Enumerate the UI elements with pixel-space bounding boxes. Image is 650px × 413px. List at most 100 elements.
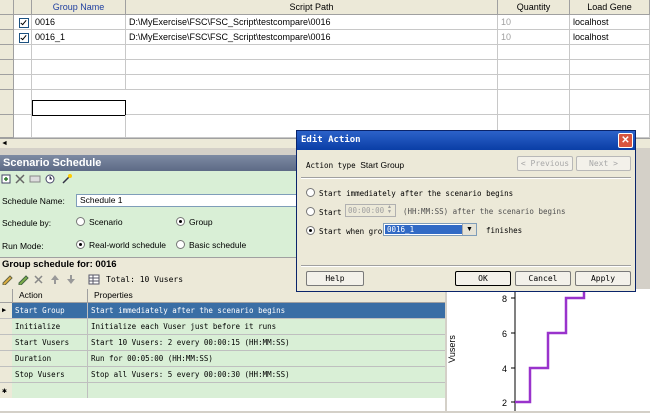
empty-cell[interactable] [570, 90, 650, 115]
action-name[interactable]: Duration [12, 351, 88, 366]
empty-cell[interactable] [570, 75, 650, 90]
empty-cell[interactable] [32, 45, 126, 60]
row-header[interactable] [0, 115, 14, 138]
active-cell[interactable] [32, 100, 126, 116]
empty-cell[interactable] [570, 45, 650, 60]
edit-action-icon[interactable] [1, 274, 13, 285]
action-properties[interactable]: Initialize each Vuser just before it run… [88, 319, 445, 334]
action-row[interactable]: Initialize Initialize each Vuser just be… [0, 319, 445, 335]
wizard-icon[interactable] [61, 173, 73, 185]
row-header[interactable] [0, 90, 14, 115]
option-start-after-delay[interactable]: Start [306, 207, 342, 217]
cell-group-name[interactable]: 0016 [32, 15, 126, 30]
action-properties[interactable]: Start 10 Vusers: 2 every 00:00:15 (HH:MM… [88, 335, 445, 350]
ok-button[interactable]: OK [455, 271, 511, 286]
empty-cell[interactable] [498, 60, 570, 75]
radio-real-world[interactable] [76, 240, 85, 249]
empty-cell[interactable] [32, 115, 126, 138]
action-row[interactable]: Duration Run for 00:05:00 (HH:MM:SS) [0, 351, 445, 367]
delay-time-spinner-icon[interactable]: ▲ ▼ [387, 205, 395, 216]
checkbox-checked-icon[interactable] [19, 18, 29, 28]
action-row[interactable]: Stop Vusers Stop all Vusers: 5 every 00:… [0, 367, 445, 383]
radio-scenario[interactable] [76, 217, 85, 226]
cell-quantity[interactable]: 10 [498, 30, 570, 45]
group-select-value[interactable]: 0016_1 [385, 225, 462, 234]
help-button[interactable]: Help [306, 271, 364, 286]
row-header[interactable] [0, 75, 14, 90]
schedule-by-group-option[interactable]: Group [176, 217, 213, 227]
empty-cell[interactable] [498, 45, 570, 60]
cell-script-path[interactable]: D:\MyExercise\FSC\FSC_Script\testcompare… [126, 15, 498, 30]
action-name[interactable]: Start Vusers [12, 335, 88, 350]
action-row[interactable]: ▶ Start Group Start immediately after th… [0, 303, 445, 319]
action-name[interactable]: Stop Vusers [12, 367, 88, 382]
radio-start-when-group[interactable] [306, 226, 315, 235]
dialog-title-bar[interactable]: Edit Action [297, 131, 635, 150]
row-header[interactable] [0, 60, 14, 75]
new-schedule-icon[interactable] [1, 174, 11, 184]
action-name[interactable]: Start Group [12, 303, 88, 318]
cell-load-generator[interactable]: localhost [570, 30, 650, 45]
delete-icon[interactable] [15, 174, 25, 184]
row-header[interactable] [0, 15, 14, 30]
checkbox-checked-icon[interactable] [19, 33, 29, 43]
empty-cell[interactable] [14, 45, 32, 60]
cancel-button[interactable]: Cancel [515, 271, 571, 286]
action-properties[interactable]: Run for 00:05:00 (HH:MM:SS) [88, 351, 445, 366]
radio-group[interactable] [176, 217, 185, 226]
next-button[interactable]: Next > [576, 156, 631, 171]
rename-icon[interactable] [29, 174, 41, 184]
apply-button[interactable]: Apply [575, 271, 631, 286]
table-view-icon[interactable] [88, 274, 100, 285]
cell-script-path[interactable]: D:\MyExercise\FSC\FSC_Script\testcompare… [126, 30, 498, 45]
new-action-row[interactable]: ✱ [0, 383, 445, 399]
option-start-when-group-finishes[interactable]: Start when gro [306, 226, 382, 236]
previous-button[interactable]: < Previous [517, 156, 573, 171]
dropdown-arrow-icon[interactable]: ▼ [462, 224, 476, 235]
empty-cell[interactable] [32, 75, 126, 90]
option-start-immediately[interactable]: Start immediately after the scenario beg… [306, 188, 513, 198]
cell-group-name[interactable]: 0016_1 [32, 30, 126, 45]
action-properties[interactable]: Stop all Vusers: 5 every 00:00:30 (HH:MM… [88, 367, 445, 382]
empty-cell[interactable] [14, 75, 32, 90]
move-down-icon[interactable] [66, 274, 76, 285]
empty-cell[interactable] [14, 60, 32, 75]
empty-cell[interactable] [14, 90, 32, 115]
row-checkbox[interactable] [14, 30, 32, 45]
empty-cell[interactable] [498, 90, 570, 115]
row-header[interactable] [0, 30, 14, 45]
scroll-left-icon[interactable]: ◄ [1, 139, 8, 148]
action-properties[interactable]: Start immediately after the scenario beg… [88, 303, 445, 318]
action-name[interactable]: Initialize [12, 319, 88, 334]
action-row[interactable]: Start Vusers Start 10 Vusers: 2 every 00… [0, 335, 445, 351]
cell-quantity[interactable]: 10 [498, 15, 570, 30]
radio-start-after-delay[interactable] [306, 207, 315, 216]
empty-cell[interactable] [32, 60, 126, 75]
header-group-name[interactable]: Group Name [32, 0, 126, 15]
empty-cell[interactable] [126, 90, 498, 115]
empty-cell[interactable] [14, 115, 32, 138]
group-select[interactable]: 0016_1 ▼ [383, 223, 477, 236]
empty-cell[interactable] [126, 45, 498, 60]
move-up-icon[interactable] [50, 274, 60, 285]
close-icon[interactable]: ✕ [618, 133, 633, 148]
delete-action-icon[interactable] [33, 274, 44, 285]
add-action-icon[interactable] [17, 274, 29, 285]
empty-cell[interactable] [88, 383, 445, 398]
header-quantity[interactable]: Quantity [498, 0, 570, 15]
header-action[interactable]: Action [12, 289, 88, 302]
header-load-generator[interactable]: Load Gene [570, 0, 650, 15]
empty-cell[interactable] [498, 75, 570, 90]
run-mode-basic-option[interactable]: Basic schedule [176, 240, 246, 250]
clock-icon[interactable] [45, 174, 55, 184]
empty-cell[interactable] [570, 60, 650, 75]
radio-start-immediately[interactable] [306, 188, 315, 197]
cell-load-generator[interactable]: localhost [570, 15, 650, 30]
run-mode-real-world-option[interactable]: Real-world schedule [76, 240, 166, 250]
row-header[interactable] [0, 45, 14, 60]
empty-cell[interactable] [12, 383, 88, 398]
schedule-by-scenario-option[interactable]: Scenario [76, 217, 123, 227]
empty-cell[interactable] [126, 60, 498, 75]
radio-basic[interactable] [176, 240, 185, 249]
row-checkbox[interactable] [14, 15, 32, 30]
